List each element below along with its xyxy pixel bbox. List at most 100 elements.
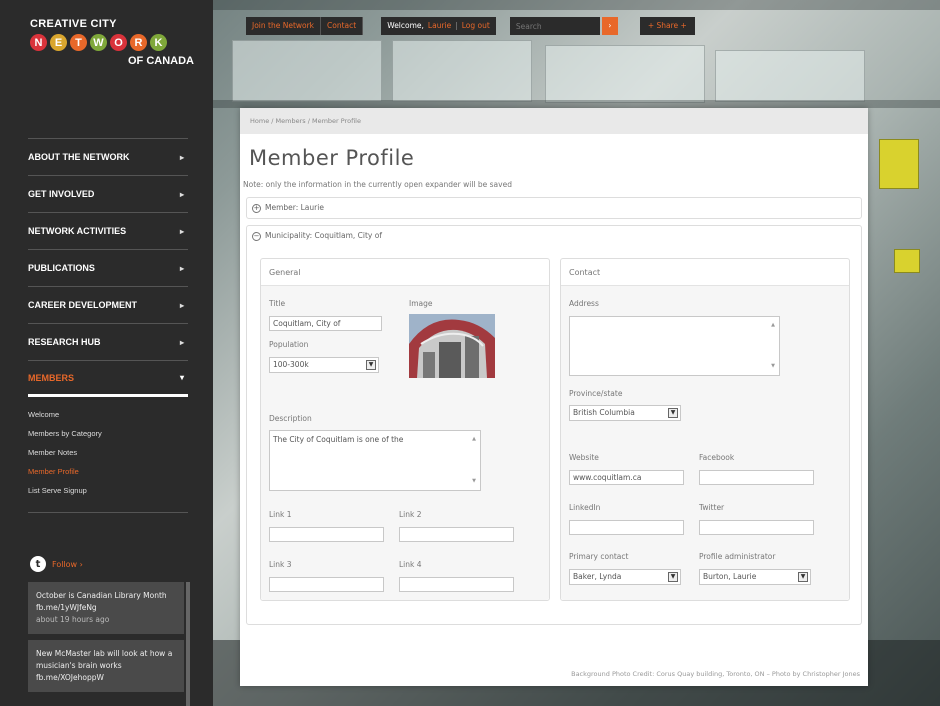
follow-link[interactable]: Follow ›	[52, 560, 83, 569]
expander-municipality-label: Municipality: Coquitlam, City of	[265, 231, 382, 240]
population-select[interactable]: 100-300k ▼	[269, 357, 379, 373]
twitter-field[interactable]	[699, 520, 814, 535]
logo-line-3: OF CANADA	[128, 55, 194, 67]
scroll-up-icon: ▲	[771, 322, 775, 328]
share-button[interactable]: + Share +	[639, 17, 695, 35]
subnav-list-serve-signup[interactable]: List Serve Signup	[28, 481, 188, 500]
join-network-link[interactable]: Join the Network	[246, 17, 322, 35]
search-input[interactable]	[509, 17, 600, 35]
collapse-icon: −	[252, 231, 261, 241]
primary-contact-select[interactable]: Baker, Lynda ▼	[569, 569, 681, 585]
chevron-right-icon: ▸	[179, 152, 184, 162]
chevron-right-icon: ▸	[179, 226, 184, 236]
logo-letter-o: O	[110, 34, 127, 51]
logout-link[interactable]: Log out	[462, 17, 490, 35]
dropdown-caret-icon: ▼	[366, 360, 376, 370]
tweet-text: October is Canadian Library Month fb.me/…	[36, 591, 167, 612]
general-heading: General	[261, 259, 549, 286]
link1-label: Link 1	[269, 510, 292, 519]
nav-publications[interactable]: PUBLICATIONS ▸	[28, 249, 188, 286]
nav-label: ABOUT THE NETWORK	[28, 152, 130, 162]
tweet-time: about 19 hours ago	[36, 615, 110, 624]
population-label: Population	[269, 340, 309, 349]
primary-contact-value: Baker, Lynda	[573, 572, 622, 581]
tweet-item: October is Canadian Library Month fb.me/…	[28, 582, 184, 634]
population-value: 100-300k	[273, 360, 309, 369]
nav-network-activities[interactable]: NETWORK ACTIVITIES ▸	[28, 212, 188, 249]
tweets-scrollbar[interactable]	[186, 582, 190, 706]
contact-link[interactable]: Contact	[321, 17, 364, 35]
textarea-scrollbar[interactable]: ▲ ▼	[769, 320, 777, 372]
link3-label: Link 3	[269, 560, 292, 569]
description-field[interactable]: The City of Coquitlam is one of the ▲ ▼	[269, 430, 481, 491]
facebook-field[interactable]	[699, 470, 814, 485]
address-field[interactable]: ▲ ▼	[569, 316, 780, 376]
link3-field[interactable]	[269, 577, 384, 592]
link1-field[interactable]	[269, 527, 384, 542]
breadcrumb[interactable]: Home / Members / Member Profile	[240, 108, 868, 134]
twitter-icon: t	[30, 556, 46, 572]
facebook-label: Facebook	[699, 453, 735, 462]
title-field[interactable]: Coquitlam, City of	[269, 316, 382, 331]
subnav-member-notes[interactable]: Member Notes	[28, 443, 188, 462]
nav-career-development[interactable]: CAREER DEVELOPMENT ▸	[28, 286, 188, 323]
search-go-button[interactable]: ›	[601, 17, 618, 35]
top-links: Join the Network Contact	[246, 17, 364, 35]
members-subnav: Welcome Members by Category Member Notes…	[28, 405, 188, 500]
province-select[interactable]: British Columbia ▼	[569, 405, 681, 421]
linkedin-label: LinkedIn	[569, 503, 601, 512]
address-label: Address	[569, 299, 599, 308]
link2-field[interactable]	[399, 527, 514, 542]
dropdown-caret-icon: ▼	[668, 408, 678, 418]
twitter-follow[interactable]: t Follow ›	[30, 556, 83, 572]
expander-member[interactable]: + Member: Laurie	[246, 197, 862, 219]
main-panel: Home / Members / Member Profile Member P…	[240, 108, 868, 686]
photo-credit: Background Photo Credit: Corus Quay buil…	[571, 670, 860, 678]
nav-about[interactable]: ABOUT THE NETWORK ▸	[28, 138, 188, 175]
separator: |	[455, 21, 458, 30]
scroll-down-icon: ▼	[771, 363, 775, 369]
textarea-scrollbar[interactable]: ▲ ▼	[470, 434, 478, 487]
page-title: Member Profile	[249, 146, 415, 170]
sidebar: CREATIVE CITY N E T W O R K OF CANADA AB…	[0, 0, 213, 706]
logo-letter-k: K	[150, 34, 167, 51]
nav-label: CAREER DEVELOPMENT	[28, 300, 138, 310]
profile-admin-label: Profile administrator	[699, 552, 776, 561]
link4-label: Link 4	[399, 560, 422, 569]
divider	[28, 512, 188, 513]
title-label: Title	[269, 299, 286, 308]
site-logo[interactable]: CREATIVE CITY N E T W O R K OF CANADA	[30, 18, 200, 88]
description-value: The City of Coquitlam is one of the	[273, 435, 404, 444]
member-image[interactable]	[409, 314, 495, 378]
scroll-down-icon: ▼	[472, 478, 476, 484]
nav-label: PUBLICATIONS	[28, 263, 95, 273]
top-bar: Join the Network Contact Welcome, Laurie…	[246, 17, 695, 35]
nav-get-involved[interactable]: GET INVOLVED ▸	[28, 175, 188, 212]
welcome-text: Welcome,	[387, 21, 424, 30]
nav-research-hub[interactable]: RESEARCH HUB ▸	[28, 323, 188, 360]
website-field[interactable]: www.coquitlam.ca	[569, 470, 684, 485]
linkedin-field[interactable]	[569, 520, 684, 535]
nav-members[interactable]: MEMBERS ▾	[28, 360, 188, 397]
logo-letter-n: N	[30, 34, 47, 51]
contact-section: Contact Address ▲ ▼ Province/state Britis…	[560, 258, 850, 601]
province-label: Province/state	[569, 389, 623, 398]
expander-municipality-header[interactable]: − Municipality: Coquitlam, City of	[247, 226, 861, 246]
save-note: Note: only the information in the curren…	[243, 180, 512, 189]
profile-admin-select[interactable]: Burton, Laurie ▼	[699, 569, 811, 585]
user-name-link[interactable]: Laurie	[428, 17, 451, 35]
dropdown-caret-icon: ▼	[798, 572, 808, 582]
subnav-members-by-category[interactable]: Members by Category	[28, 424, 188, 443]
link4-field[interactable]	[399, 577, 514, 592]
primary-contact-label: Primary contact	[569, 552, 629, 561]
search-box: ›	[509, 17, 618, 35]
contact-heading: Contact	[561, 259, 849, 286]
expander-member-label: Member: Laurie	[265, 203, 324, 212]
subnav-welcome[interactable]: Welcome	[28, 405, 188, 424]
logo-line-1: CREATIVE CITY	[30, 18, 117, 30]
nav-label: MEMBERS	[28, 372, 75, 383]
subnav-member-profile[interactable]: Member Profile	[28, 462, 188, 481]
link2-label: Link 2	[399, 510, 422, 519]
expand-icon: +	[252, 203, 261, 213]
contact-body: Address ▲ ▼ Province/state British Columb…	[561, 286, 849, 600]
